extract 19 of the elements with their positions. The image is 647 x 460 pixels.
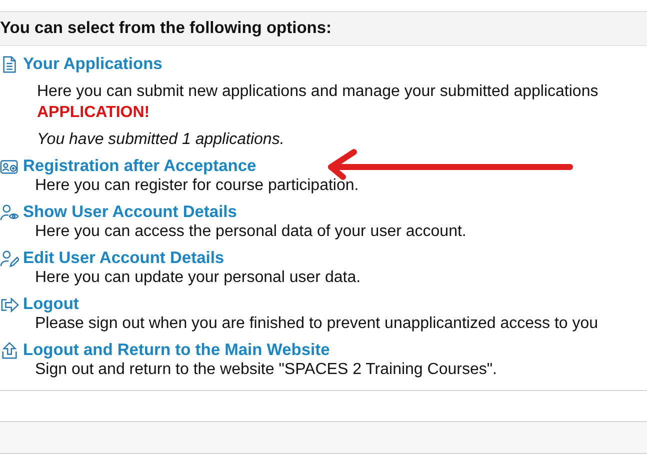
section-heading: You can select from the following options: [0,19,332,38]
status-note: You have submitted 1 applications. [36,130,286,150]
option-link[interactable]: Logout and Return to the Main Website [23,340,330,360]
option-link[interactable]: Your Applications [23,54,162,74]
upload-arrow-icon[interactable] [0,340,19,360]
user-eye-icon[interactable] [0,202,19,222]
option-description: Please sign out when you are finished to prevent unapplicantized access to you [34,314,600,334]
option-description: Here you can access the personal data of your user account. [34,222,468,242]
option-description: Here you can register for course participation. [34,176,360,196]
user-pencil-icon[interactable] [0,248,19,268]
option-link[interactable]: Edit User Account Details [23,248,224,268]
option-link[interactable]: Logout [23,294,79,314]
option-description: Sign out and return to the website "SPACES 2 Training Courses". [34,360,498,380]
warning-text: APPLICATION! [36,103,151,123]
option-link[interactable]: Registration after Acceptance [23,156,256,176]
option-description: Here you can update your personal user data. [34,268,362,288]
option-description: Here you can submit new applications and manage your submitted applications [36,82,600,102]
option-link[interactable]: Show User Account Details [23,202,237,222]
document-icon[interactable] [0,54,19,74]
